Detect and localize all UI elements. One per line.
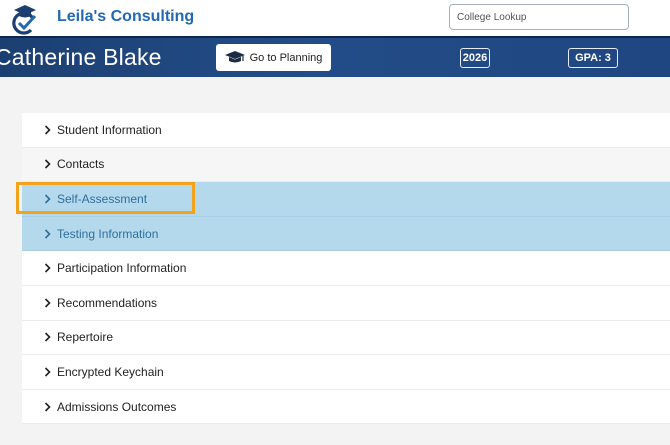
section-label: Recommendations xyxy=(57,295,158,310)
chevron-right-icon xyxy=(44,298,51,308)
section-contacts[interactable]: Contacts xyxy=(22,147,670,183)
chevron-right-icon xyxy=(44,125,51,135)
section-label: Participation Information xyxy=(57,261,187,276)
section-admissions-outcomes[interactable]: Admissions Outcomes xyxy=(22,390,670,425)
chevron-right-icon xyxy=(44,332,51,342)
section-label: Self-Assessment xyxy=(57,191,148,206)
go-to-planning-button[interactable]: Go to Planning xyxy=(216,44,331,71)
graduation-year-badge[interactable]: 2026 xyxy=(460,48,490,68)
chevron-right-icon xyxy=(44,194,51,204)
chevron-right-icon xyxy=(44,367,51,377)
section-student-information[interactable]: Student Information xyxy=(22,113,670,148)
go-to-planning-label: Go to Planning xyxy=(249,51,323,64)
logo-icon[interactable] xyxy=(10,2,40,35)
student-header: Catherine Blake Go to Planning 2026 GPA:… xyxy=(0,36,670,77)
section-participation-information[interactable]: Participation Information xyxy=(22,251,670,286)
student-name: Catherine Blake xyxy=(0,44,162,70)
section-label: Repertoire xyxy=(57,330,114,345)
top-bar: Leila's Consulting xyxy=(0,0,670,36)
brand-name[interactable]: Leila's Consulting xyxy=(57,8,194,26)
chevron-right-icon xyxy=(44,159,51,169)
section-self-assessment[interactable]: Self-Assessment xyxy=(22,182,670,217)
section-recommendations[interactable]: Recommendations xyxy=(22,286,670,321)
section-label: Encrypted Keychain xyxy=(57,364,164,379)
section-label: Testing Information xyxy=(57,226,159,241)
section-testing-information[interactable]: Testing Information xyxy=(22,216,670,252)
gpa-badge[interactable]: GPA: 3 xyxy=(568,48,618,68)
graduation-cap-icon xyxy=(224,50,245,62)
section-repertoire[interactable]: Repertoire xyxy=(22,321,670,356)
section-label: Admissions Outcomes xyxy=(57,399,177,414)
profile-sections-list: Student Information Contacts Self-Assess… xyxy=(22,113,670,425)
chevron-right-icon xyxy=(44,229,51,239)
chevron-right-icon xyxy=(44,401,51,412)
college-lookup-input[interactable] xyxy=(449,4,629,30)
section-label: Contacts xyxy=(57,157,105,172)
chevron-right-icon xyxy=(44,263,51,273)
section-encrypted-keychain[interactable]: Encrypted Keychain xyxy=(22,355,670,390)
section-label: Student Information xyxy=(57,122,162,137)
